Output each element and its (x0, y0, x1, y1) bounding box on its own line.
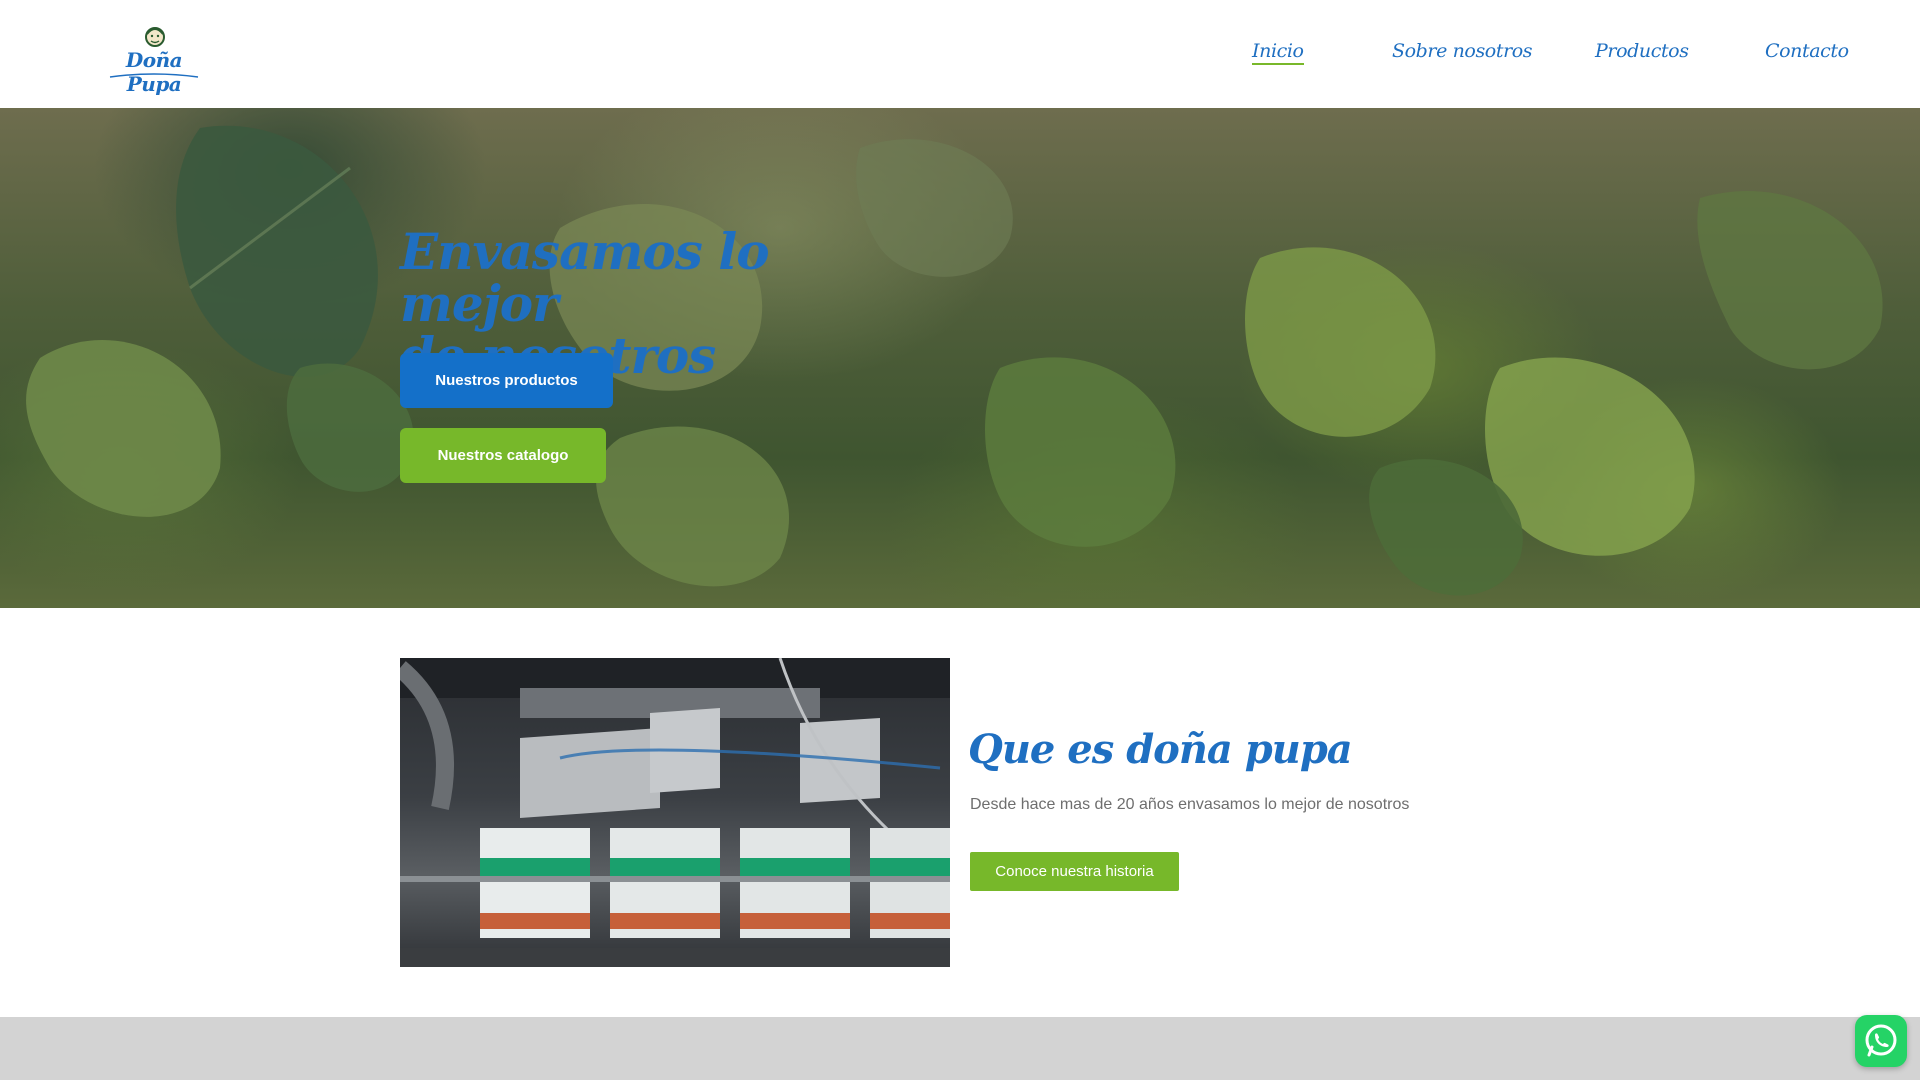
conoce-nuestra-historia-button[interactable]: Conoce nuestra historia (970, 852, 1179, 891)
logo-swoosh (109, 73, 199, 78)
bottom-section-band (0, 1017, 1920, 1080)
nav-item-productos[interactable]: Productos (1595, 40, 1689, 62)
whatsapp-icon (1865, 1024, 1897, 1057)
nav-item-sobre-nosotros[interactable]: Sobre nosotros (1392, 40, 1533, 62)
hero-banner: Envasamos lo mejor de nosotros Nuestros … (0, 108, 1920, 608)
hero-title-line1: Envasamos lo mejor (400, 222, 770, 333)
nuestros-productos-button[interactable]: Nuestros productos (400, 353, 613, 408)
nav-item-inicio[interactable]: Inicio (1252, 40, 1304, 65)
site-logo[interactable]: Doña Pupa (106, 26, 202, 96)
about-description: Desde hace mas de 20 años envasamos lo m… (970, 796, 1410, 813)
packaging-line-illustration (400, 658, 950, 967)
factory-packaging-photo (400, 658, 950, 967)
whatsapp-button[interactable] (1855, 1015, 1907, 1067)
site-header: Doña Pupa Inicio Sobre nosotros Producto… (0, 0, 1920, 108)
about-title: Que es doña pupa (968, 726, 1353, 773)
hero-leaves-background (26, 125, 1883, 596)
nuestros-catalogo-button[interactable]: Nuestros catalogo (400, 428, 606, 483)
nav-item-contacto[interactable]: Contacto (1765, 40, 1849, 62)
grandma-face-icon (145, 27, 165, 47)
